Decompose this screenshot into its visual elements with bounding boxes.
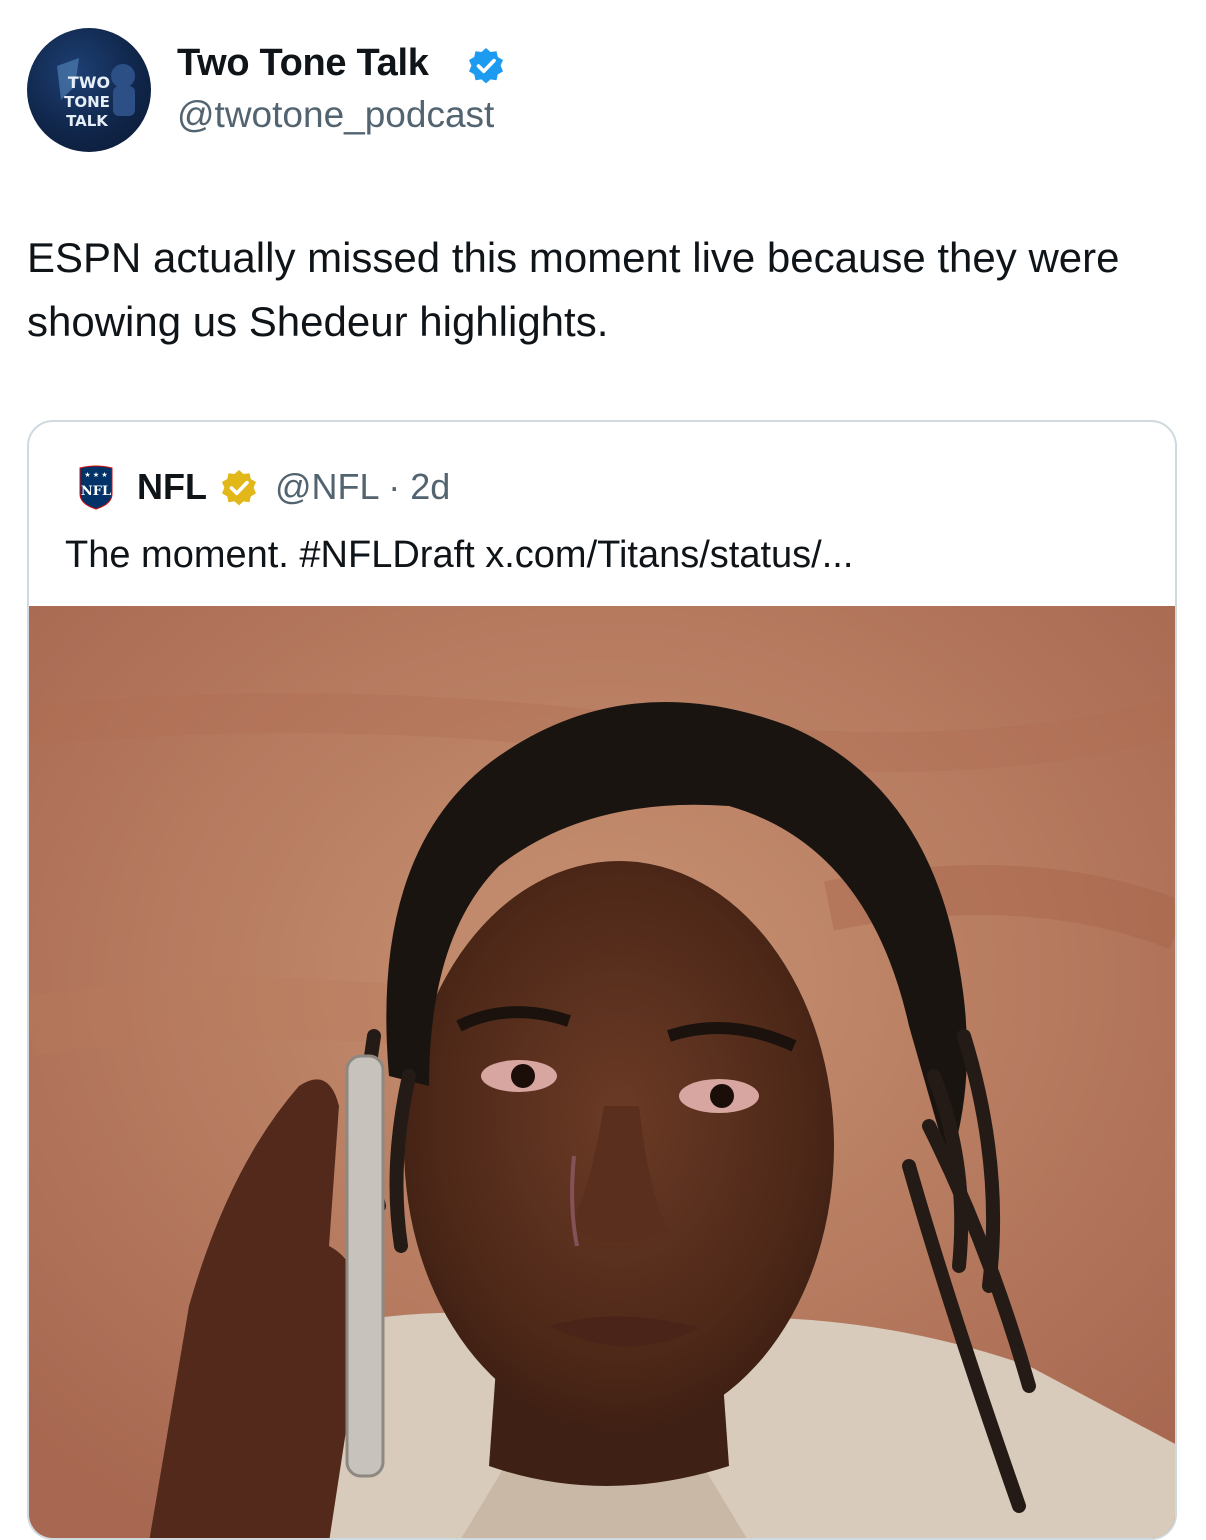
avatar-line-1: TWO <box>68 73 110 92</box>
author-handle[interactable]: @twotone_podcast <box>177 94 494 136</box>
photo-illustration <box>29 606 1175 1538</box>
nfl-logo-icon[interactable]: ★ ★ ★ NFL <box>77 464 115 510</box>
quoted-tweet-text: The moment. #NFLDraft x.com/Titans/statu… <box>65 534 854 576</box>
quoted-display-name[interactable]: NFL <box>137 466 207 508</box>
svg-text:★ ★ ★: ★ ★ ★ <box>84 471 107 479</box>
avatar-line-2: TONE <box>64 93 110 111</box>
tweet-text: ESPN actually missed this moment live be… <box>27 234 1120 345</box>
verified-badge-icon[interactable] <box>466 46 506 86</box>
quoted-tweet-header: ★ ★ ★ NFL NFL @NFL · 2d <box>69 462 1069 512</box>
quoted-tweet-card[interactable]: ★ ★ ★ NFL NFL @NFL · 2d The moment. #NFL… <box>27 420 1177 1540</box>
avatar-line-3: TALK <box>66 112 109 130</box>
nfl-logo-text: NFL <box>81 484 111 499</box>
avatar-logo: TWO TONE TALK <box>57 58 135 130</box>
author-avatar[interactable]: TWO TONE TALK <box>27 28 151 152</box>
author-display-name[interactable]: Two Tone Talk <box>177 42 429 85</box>
quoted-tweet-photo[interactable] <box>29 606 1175 1538</box>
verified-gold-badge-icon[interactable] <box>219 468 259 508</box>
quoted-handle-timestamp[interactable]: @NFL · 2d <box>275 466 450 508</box>
